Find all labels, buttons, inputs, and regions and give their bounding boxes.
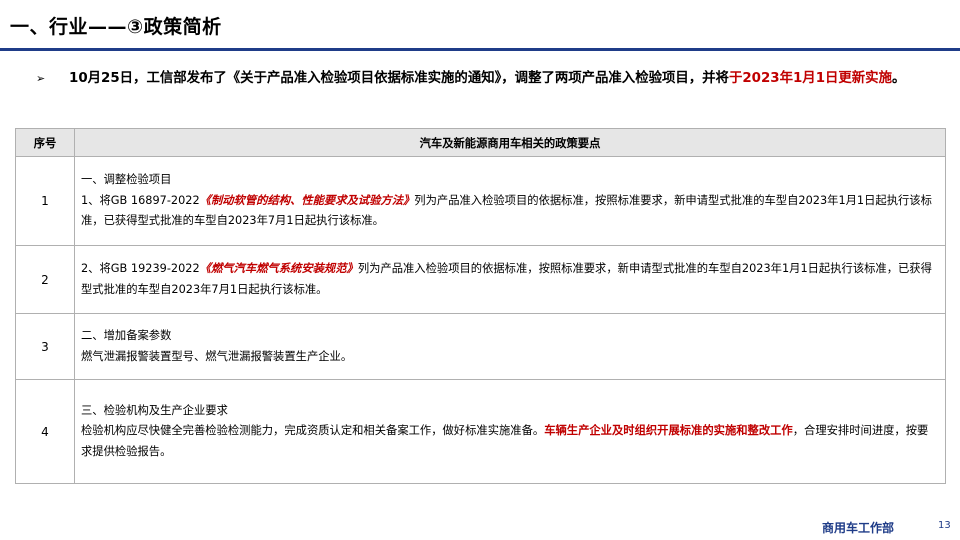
slide-title: 一、行业——③政策简析 [10, 16, 222, 38]
table-row: 2 2、将GB 19239-2022《燃气汽车燃气系统安装规范》列为产品准入检验… [15, 245, 946, 314]
intro-paragraph: ➢ 10月25日，工信部发布了《关于产品准入检验项目依据标准实施的通知》，调整了… [36, 68, 916, 90]
intro-text-end: 。 [891, 71, 906, 86]
standard-title: 《制动软管的结构、性能要求及试验方法》 [199, 193, 415, 207]
row-heading: 二、增加备案参数 [81, 329, 172, 342]
row-highlight: 车辆生产企业及时组织开展标准的实施和整改工作 [544, 424, 793, 438]
header-policy-points: 汽车及新能源商用车相关的政策要点 [74, 128, 946, 157]
row-body: 2、将GB 19239-2022《燃气汽车燃气系统安装规范》列为产品准入检验项目… [81, 259, 939, 300]
table-row: 4 三、检验机构及生产企业要求 检验机构应尽快健全完善检验检测能力，完成资质认定… [15, 379, 946, 484]
row-content: 三、检验机构及生产企业要求 检验机构应尽快健全完善检验检测能力，完成资质认定和相… [74, 379, 946, 484]
row-content: 2、将GB 19239-2022《燃气汽车燃气系统安装规范》列为产品准入检验项目… [74, 245, 946, 314]
title-divider [0, 48, 960, 51]
standard-title: 《燃气汽车燃气系统安装规范》 [199, 262, 358, 275]
intro-text-part1: 10月25日，工信部发布了《关于产品准入检验项目依据标准实施的通知》，调整了两项… [69, 71, 729, 86]
row-heading: 一、调整检验项目 [81, 173, 172, 187]
row-body: 1、将GB 16897-2022《制动软管的结构、性能要求及试验方法》列为产品准… [81, 191, 939, 232]
policy-table: 序号 汽车及新能源商用车相关的政策要点 1 一、调整检验项目 1、将GB 168… [15, 128, 946, 484]
row-number: 4 [15, 379, 75, 484]
table-header-row: 序号 汽车及新能源商用车相关的政策要点 [15, 128, 946, 157]
row-number: 1 [15, 156, 75, 246]
title-bar: 一、行业——③政策简析 [0, 0, 960, 51]
row-number: 3 [15, 313, 75, 380]
footer-department: 商用车工作部 [822, 521, 895, 535]
arrow-bullet-icon: ➢ [36, 72, 46, 85]
row-body: 燃气泄漏报警装置型号、燃气泄漏报警装置生产企业。 [81, 349, 353, 363]
row-heading: 三、检验机构及生产企业要求 [81, 403, 228, 417]
page-number: 13 [938, 520, 951, 531]
row-content: 二、增加备案参数 燃气泄漏报警装置型号、燃气泄漏报警装置生产企业。 [74, 313, 946, 380]
row-content: 一、调整检验项目 1、将GB 16897-2022《制动软管的结构、性能要求及试… [74, 156, 946, 246]
row-text: 检验机构应尽快健全完善检验检测能力，完成资质认定和相关备案工作，做好标准实施准备… [81, 424, 545, 438]
table-row: 3 二、增加备案参数 燃气泄漏报警装置型号、燃气泄漏报警装置生产企业。 [15, 313, 946, 380]
row-number: 2 [15, 245, 75, 314]
table-row: 1 一、调整检验项目 1、将GB 16897-2022《制动软管的结构、性能要求… [15, 156, 946, 246]
row-text: 2、将GB 19239-2022 [81, 262, 200, 275]
intro-text-highlight: 于2023年1月1日更新实施 [728, 71, 892, 86]
row-text: 1、将GB 16897-2022 [81, 193, 200, 207]
intro-text: 10月25日，工信部发布了《关于产品准入检验项目依据标准实施的通知》，调整了两项… [69, 68, 916, 90]
row-body: 检验机构应尽快健全完善检验检测能力，完成资质认定和相关备案工作，做好标准实施准备… [81, 421, 939, 462]
header-no: 序号 [15, 128, 75, 157]
